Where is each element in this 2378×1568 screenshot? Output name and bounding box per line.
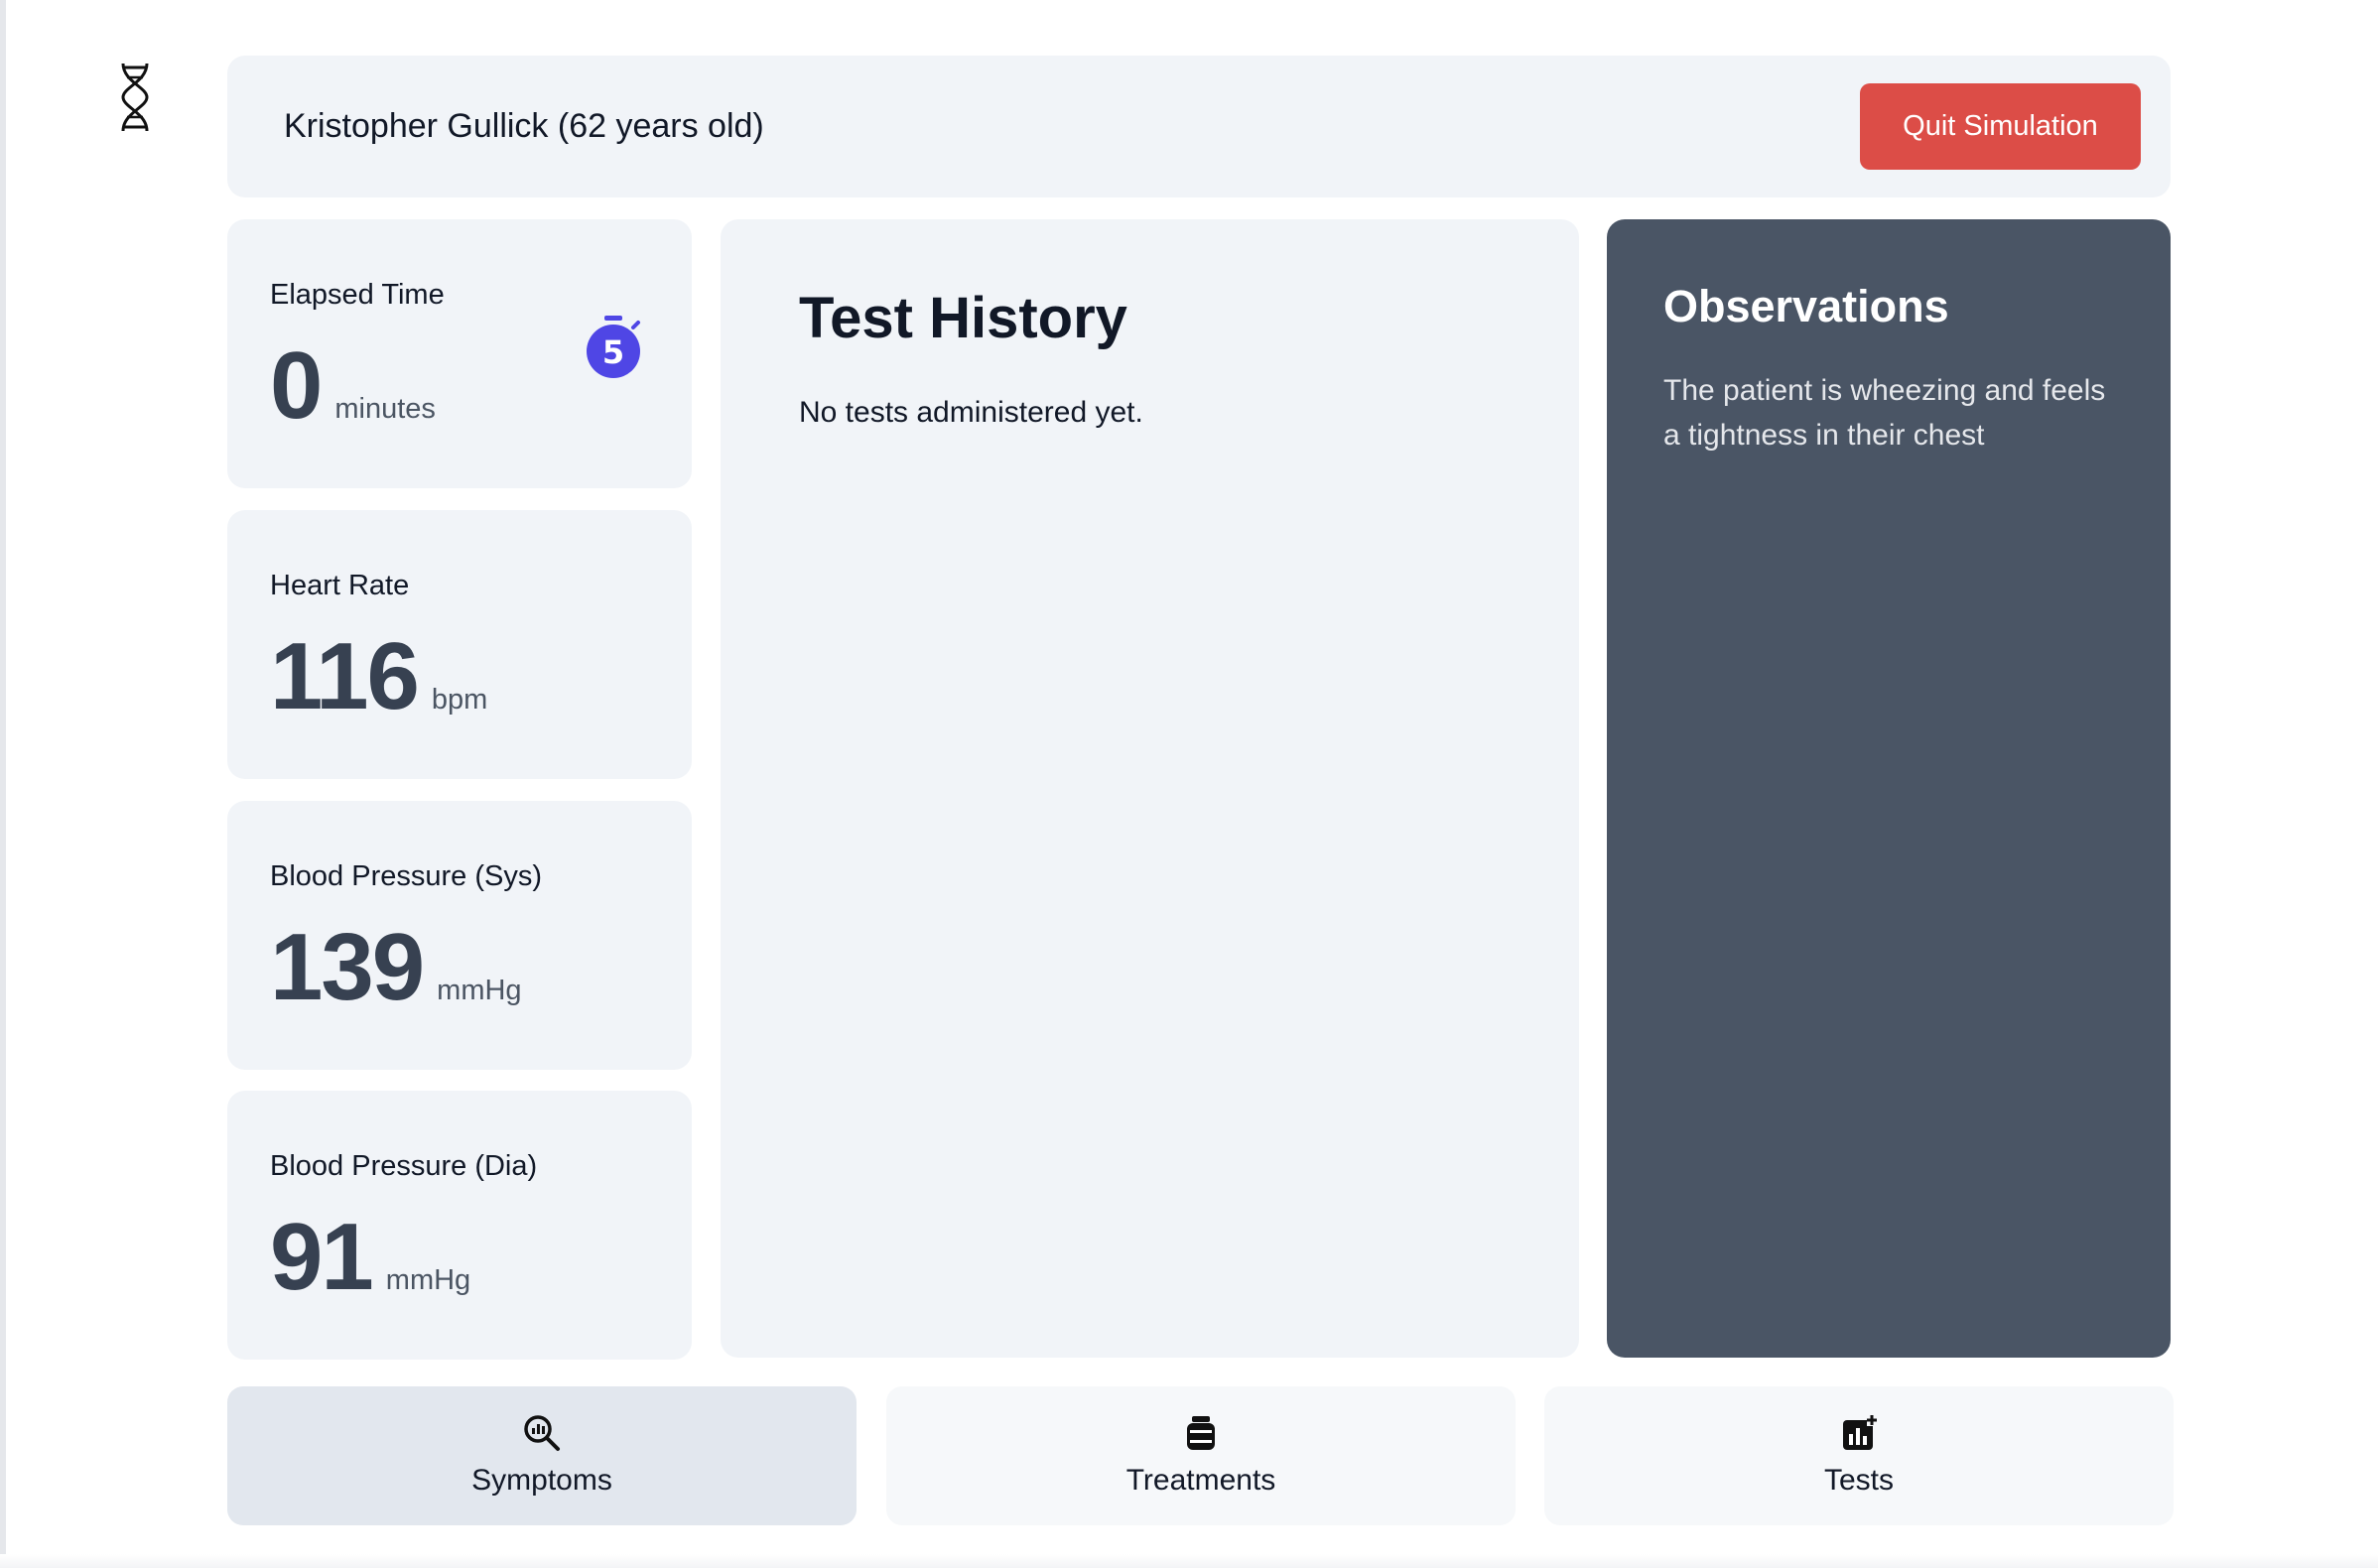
bp-dia-card: Blood Pressure (Dia) 91 mmHg (227, 1091, 692, 1360)
stat-label: Blood Pressure (Sys) (270, 860, 542, 892)
observations-title: Observations (1663, 281, 1949, 331)
elapsed-time-card: Elapsed Time 0 minutes 5 (227, 219, 692, 488)
dna-icon[interactable] (117, 62, 153, 133)
test-history-title: Test History (799, 286, 1127, 350)
stat-value-row: 0 minutes (270, 338, 436, 434)
stat-value-row: 91 mmHg (270, 1210, 470, 1305)
observations-panel: Observations The patient is wheezing and… (1607, 219, 2171, 1358)
elapsed-time-unit: minutes (334, 393, 436, 425)
chart-plus-icon (1843, 1414, 1878, 1450)
bp-sys-unit: mmHg (437, 975, 522, 1006)
treatments-label: Treatments (1125, 1464, 1276, 1497)
symptoms-label: Symptoms (471, 1464, 612, 1497)
window-edge (0, 0, 6, 1568)
tests-label: Tests (1823, 1464, 1895, 1497)
patient-header: Kristopher Gullick (62 years old) Quit S… (227, 56, 2171, 197)
observations-text: The patient is wheezing and feels a tigh… (1663, 374, 2106, 452)
app-window: Kristopher Gullick (62 years old) Quit S… (0, 0, 2378, 1568)
bp-dia-value: 91 (270, 1204, 374, 1310)
bp-dia-unit: mmHg (385, 1264, 471, 1296)
stat-label: Heart Rate (270, 570, 410, 601)
bp-sys-card: Blood Pressure (Sys) 139 mmHg (227, 801, 692, 1070)
quit-simulation-button[interactable]: Quit Simulation (1860, 83, 2141, 170)
stopwatch-icon: 5 (587, 316, 640, 378)
stat-value-row: 116 bpm (270, 629, 487, 724)
stat-label: Blood Pressure (Dia) (270, 1150, 538, 1182)
symptoms-button[interactable]: Symptoms (227, 1386, 857, 1525)
tests-button[interactable]: Tests (1544, 1386, 2174, 1525)
window-bottom-edge (0, 1554, 2378, 1568)
stopwatch-badge: 5 (602, 333, 624, 371)
treatments-button[interactable]: Treatments (886, 1386, 1516, 1525)
medicine-jar-icon (1187, 1416, 1215, 1450)
patient-name: Kristopher Gullick (62 years old) (284, 107, 764, 145)
elapsed-time-value: 0 (270, 332, 323, 439)
heart-rate-value: 116 (270, 623, 420, 729)
magnifier-chart-icon (524, 1415, 560, 1451)
test-history-panel: Test History No tests administered yet. (721, 219, 1579, 1358)
bp-sys-value: 139 (270, 914, 425, 1020)
stat-label: Elapsed Time (270, 279, 445, 311)
heart-rate-unit: bpm (431, 684, 488, 716)
stat-value-row: 139 mmHg (270, 920, 522, 1015)
test-history-empty: No tests administered yet. (799, 396, 1143, 429)
heart-rate-card: Heart Rate 116 bpm (227, 510, 692, 779)
